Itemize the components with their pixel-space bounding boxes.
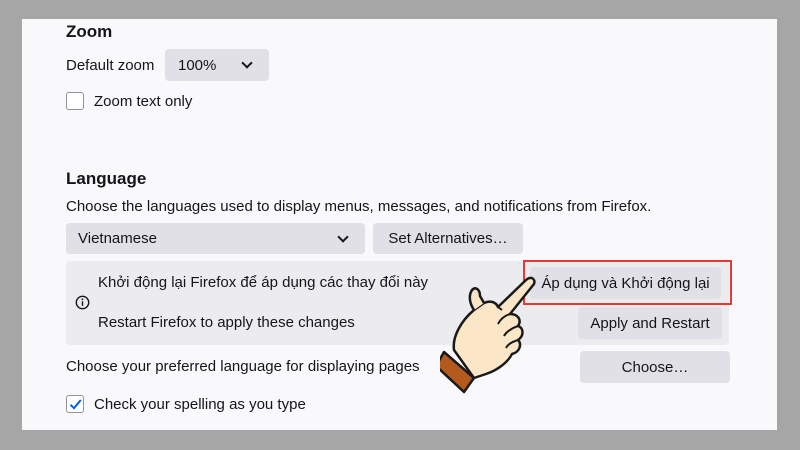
info-circle-icon [75, 295, 90, 310]
default-zoom-value: 100% [178, 56, 217, 74]
chevron-down-icon [337, 231, 349, 243]
language-select[interactable]: Vietnamese [66, 223, 365, 254]
language-heading: Language [66, 169, 147, 188]
zoom-text-only-checkbox[interactable] [66, 92, 84, 110]
spellcheck-label[interactable]: Check your spelling as you type [94, 396, 306, 413]
chevron-down-icon [241, 57, 253, 69]
preferred-languages-label: Choose your preferred language for displ… [66, 358, 420, 375]
settings-panel: Zoom Default zoom 100% Zoom text only La… [22, 19, 777, 430]
language-description: Choose the languages used to display men… [66, 198, 652, 215]
checkmark-icon [69, 399, 82, 410]
spellcheck-checkbox[interactable] [66, 395, 84, 413]
set-alternatives-button[interactable]: Set Alternatives… [373, 223, 523, 254]
zoom-heading: Zoom [66, 22, 113, 41]
default-zoom-label: Default zoom [66, 57, 155, 74]
default-zoom-select[interactable]: 100% [165, 49, 269, 81]
pointing-hand-icon [440, 276, 536, 394]
apply-restart-button-en[interactable]: Apply and Restart [578, 307, 722, 339]
restart-message-vi: Khởi động lại Firefox để áp dụng các tha… [98, 274, 429, 291]
highlight-box [523, 260, 732, 305]
choose-languages-button[interactable]: Choose… [580, 351, 730, 383]
language-select-value: Vietnamese [78, 230, 157, 247]
zoom-text-only-label[interactable]: Zoom text only [94, 93, 192, 110]
restart-message-en: Restart Firefox to apply these changes [98, 314, 355, 331]
